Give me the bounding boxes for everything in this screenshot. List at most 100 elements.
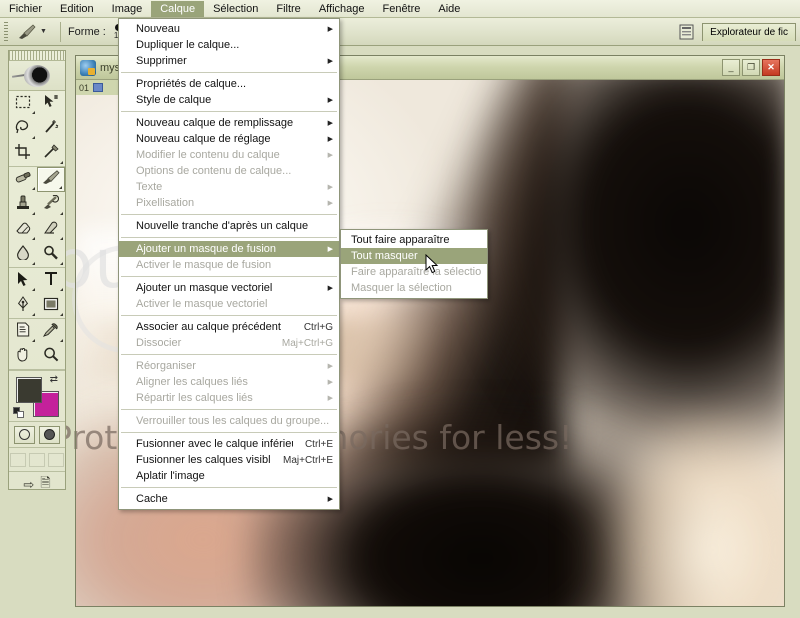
menu-item-nouvelle-tranche-dapres-un-calque[interactable]: Nouvelle tranche d'après un calque [119,218,339,234]
chevron-right-icon: ▶ [327,120,333,127]
menu-item-associer-au-calque-precedent[interactable]: Associer au calque précédent Ctrl+G [119,319,339,335]
menu-item-nouveau[interactable]: Nouveau ▶ [119,21,339,37]
standard-mask-mode-button[interactable] [14,425,35,444]
menu-item-label: Ajouter un masque de fusion [136,243,277,255]
menu-item-label: Aligner les calques liés [136,376,248,388]
tool-flyout-indicator-icon [60,339,63,342]
brush-tool[interactable] [37,167,65,192]
dodge-icon [43,245,59,264]
history-brush-tool[interactable] [37,192,65,217]
photoshop-window: bucket Protect your memories for less! m… [0,0,800,618]
menu-item-nouveau-calque-de-reglage[interactable]: Nouveau calque de réglage ▶ [119,131,339,147]
path-selection-tool[interactable] [9,268,37,293]
menu-item-label: Tout masquer [351,250,418,262]
foreground-color-swatch[interactable] [16,377,42,403]
zoom-tool[interactable] [37,344,65,369]
standard-screen-mode-button[interactable] [10,452,26,467]
tool-flyout-indicator-icon [60,262,63,265]
full-screen-mode-button[interactable] [48,452,64,467]
move-tool[interactable] [37,91,65,116]
calque-dropdown-menu: Nouveau ▶ Dupliquer le calque... Supprimer ▶… [118,18,340,510]
file-browser-tab[interactable]: Explorateur de fic [702,23,796,41]
menu-aide[interactable]: Aide [429,1,469,17]
mask-mode-buttons [9,422,65,448]
lasso-tool[interactable] [9,116,37,141]
swap-colors-icon[interactable]: ⇄ [50,374,58,385]
submenu-item-tout-masquer[interactable]: Tout masquer [341,248,487,264]
menu-item-style-de-calque[interactable]: Style de calque ▶ [119,92,339,108]
gradient-icon [43,221,59,239]
blur-tool[interactable] [9,242,37,267]
tool-row [9,268,65,293]
menu-item-label: Propriétés de calque... [136,78,247,90]
menu-item-label: Fusionner avec le calque inférieur [136,438,293,450]
type-tool[interactable] [37,268,65,293]
menu-separator [121,111,337,112]
eraser-tool[interactable] [9,217,37,242]
menu-edition[interactable]: Edition [51,1,103,17]
jump-to-other-icon[interactable]: 🗎 [40,474,50,496]
minimize-icon[interactable]: _ [722,59,740,76]
notes-tool[interactable] [9,319,37,344]
chevron-down-icon[interactable]: ▼ [40,28,47,35]
submenu-item-tout-faire-apparaitre[interactable]: Tout faire apparaître [341,232,487,248]
palette-well-icon[interactable] [674,21,698,43]
menu-item-nouveau-calque-de-remplissage[interactable]: Nouveau calque de remplissage ▶ [119,115,339,131]
chevron-right-icon: ▶ [327,363,333,370]
menu-item-fusionner-les-calques-visibles[interactable]: Fusionner les calques visibles Maj+Ctrl+E [119,452,339,468]
full-screen-menubar-mode-button[interactable] [29,452,45,467]
document-icon [80,59,96,76]
brush-icon[interactable] [14,21,40,43]
menu-item-ajouter-un-masque-de-fusion[interactable]: Ajouter un masque de fusion ▶ [119,241,339,257]
menu-item-dupliquer-le-calque[interactable]: Dupliquer le calque... [119,37,339,53]
menu-item-aplatir-limage[interactable]: Aplatir l'image [119,468,339,484]
tool-flyout-indicator-icon [32,212,35,215]
menu-item-label: Texte [136,181,163,193]
menu-fichier[interactable]: Fichier [0,1,51,17]
tool-flyout-indicator-icon [60,288,63,291]
healing-brush-tool[interactable] [9,167,37,192]
menu-affichage[interactable]: Affichage [310,1,374,17]
default-colors-icon[interactable] [13,407,24,418]
menu-item-cache[interactable]: Cache ▶ [119,491,339,507]
menu-separator [121,276,337,277]
menu-item-activer-le-masque-vectoriel: Activer le masque vectoriel [119,296,339,312]
menu-item-supprimer[interactable]: Supprimer ▶ [119,53,339,69]
divider [59,21,61,42]
menu-selection[interactable]: Sélection [204,1,267,17]
eyedropper-tool[interactable] [37,319,65,344]
slice-tool[interactable] [37,141,65,166]
menu-item-verrouiller-tous-les-calques-du-groupe: Verrouiller tous les calques du groupe..… [119,413,339,429]
magic-wand-icon [43,119,59,138]
tool-grid [9,91,65,370]
menu-fenetre[interactable]: Fenêtre [373,1,429,17]
close-icon[interactable]: ✕ [762,59,780,76]
pen-tool[interactable] [9,293,37,318]
hand-tool[interactable] [9,344,37,369]
menu-item-fusionner-avec-le-calque-inferieur[interactable]: Fusionner avec le calque inférieur Ctrl+E [119,436,339,452]
clone-stamp-tool[interactable] [9,192,37,217]
rectangular-marquee-tool[interactable] [9,91,37,116]
jump-to-imageready-icon[interactable]: ⇨ [23,477,34,493]
menu-image[interactable]: Image [103,1,152,17]
options-bar-grip[interactable] [4,21,8,42]
magic-wand-tool[interactable] [37,116,65,141]
menu-separator [121,354,337,355]
quick-mask-mode-button[interactable] [39,425,60,444]
menu-separator [121,315,337,316]
maximize-icon[interactable]: ❐ [742,59,760,76]
tool-flyout-indicator-icon [60,237,63,240]
menu-item-label: Style de calque [136,94,212,106]
menu-calque[interactable]: Calque [151,0,205,17]
gradient-tool[interactable] [37,217,65,242]
menu-item-ajouter-un-masque-vectoriel[interactable]: Ajouter un masque vectoriel ▶ [119,280,339,296]
menu-item-texte: Texte ▶ [119,179,339,195]
menu-item-proprietes-de-calque[interactable]: Propriétés de calque... [119,76,339,92]
eyedropper-icon [42,322,59,341]
crop-tool[interactable] [9,141,37,166]
menu-filtre[interactable]: Filtre [267,1,309,17]
chevron-right-icon: ▶ [327,184,333,191]
rectangle-shape-tool[interactable] [37,293,65,318]
toolbox-drag-handle[interactable] [9,51,65,61]
dodge-tool[interactable] [37,242,65,267]
